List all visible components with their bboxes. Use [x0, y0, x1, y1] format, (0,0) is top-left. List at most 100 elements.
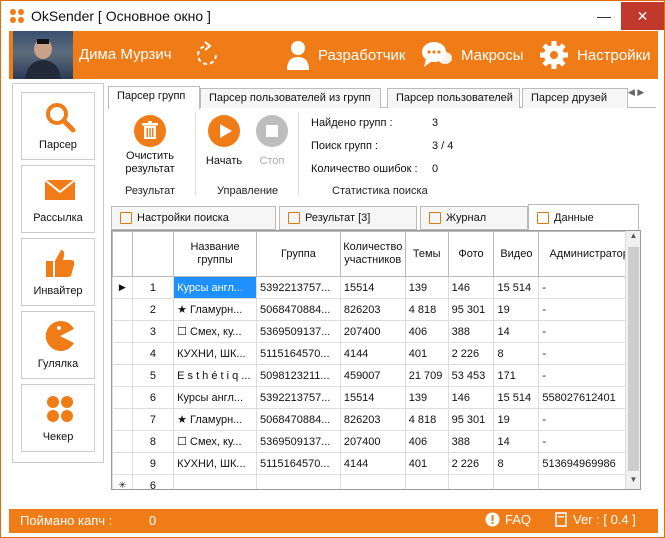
clear-result-button[interactable]: Очистить результат [119, 115, 181, 176]
cell-photo[interactable]: 146 [447, 276, 495, 299]
cell-topics[interactable]: 21 709 [404, 364, 449, 387]
cell-topics[interactable]: 139 [404, 386, 449, 409]
table-row[interactable]: 7 ★ Гламурн... 5068470884... 826203 4 818 95 … [112, 408, 640, 431]
tab-users-from-groups[interactable]: Парсер пользователей из групп [200, 88, 381, 108]
cell-video[interactable]: 171 [493, 364, 540, 387]
cell-members[interactable]: 826203 [339, 298, 406, 321]
column-header-group[interactable]: Группа [256, 231, 341, 277]
data-grid[interactable]: Название группы Группа Количество участник… [111, 230, 641, 490]
cell-video[interactable]: 19 [493, 408, 540, 431]
macros-button[interactable]: Макросы [421, 37, 524, 73]
cell-topics[interactable]: 139 [404, 276, 449, 299]
stop-button[interactable]: Стоп [252, 115, 292, 167]
cell-members[interactable]: 4144 [339, 452, 406, 475]
scroll-down-icon[interactable]: ▼ [626, 475, 641, 489]
empty-cell[interactable] [447, 474, 495, 489]
row-indicator[interactable]: ▶ [112, 276, 133, 299]
table-row[interactable]: 3 ☐ Смех, ку... 5369509137... 207400 406 388 1… [112, 320, 640, 343]
cell-topics[interactable]: 406 [404, 320, 449, 343]
cell-members[interactable]: 826203 [339, 408, 406, 431]
cell-video[interactable]: 19 [493, 298, 540, 321]
empty-cell[interactable] [256, 474, 341, 489]
row-indicator[interactable] [112, 430, 133, 453]
row-indicator[interactable] [112, 298, 133, 321]
new-row[interactable]: ✳ 6 [112, 474, 640, 489]
cell-group[interactable]: 5068470884... [256, 408, 341, 431]
tab-search-settings[interactable]: Настройки поиска [111, 206, 276, 230]
empty-cell[interactable] [339, 474, 406, 489]
cell-members[interactable]: 15514 [339, 386, 406, 409]
cell-topics[interactable]: 401 [404, 342, 449, 365]
cell-topics[interactable]: 401 [404, 452, 449, 475]
row-indicator[interactable] [112, 342, 133, 365]
cell-group[interactable]: 5068470884... [256, 298, 341, 321]
avatar[interactable] [13, 31, 73, 79]
cell-video[interactable]: 14 [493, 430, 540, 453]
cell-group[interactable]: 5115164570... [256, 452, 341, 475]
cell-video[interactable]: 15 514 [493, 276, 540, 299]
scroll-up-icon[interactable]: ▲ [626, 231, 641, 245]
vertical-scrollbar[interactable]: ▲ ▼ [625, 231, 640, 489]
cell-name[interactable]: Курсы англ... [173, 386, 258, 409]
row-indicator[interactable] [112, 320, 133, 343]
tab-user-parser[interactable]: Парсер пользователей [387, 88, 520, 108]
cell-members[interactable]: 207400 [339, 430, 406, 453]
column-header-photo[interactable]: Фото [447, 231, 495, 277]
developer-button[interactable]: Разработчик [286, 37, 405, 73]
cell-group[interactable]: 5369509137... [256, 430, 341, 453]
cell-name[interactable]: E s t h é t i q ... [173, 364, 258, 387]
sidebar-item-checker[interactable]: Чекер [21, 384, 95, 452]
empty-cell[interactable] [493, 474, 540, 489]
sidebar-item-mailing[interactable]: Рассылка [21, 165, 95, 233]
cell-video[interactable]: 8 [493, 452, 540, 475]
tab-scroll-arrows[interactable]: ◀ ▶ [628, 87, 644, 98]
refresh-icon[interactable] [192, 40, 222, 70]
cell-topics[interactable]: 4 818 [404, 408, 449, 431]
tab-log[interactable]: Журнал [420, 206, 528, 230]
row-indicator[interactable] [112, 408, 133, 431]
cell-photo[interactable]: 388 [447, 430, 495, 453]
cell-name[interactable]: ☐ Смех, ку... [173, 320, 258, 343]
cell-members[interactable]: 15514 [339, 276, 406, 299]
cell-photo[interactable]: 2 226 [447, 342, 495, 365]
settings-button[interactable]: Настройки [539, 37, 651, 73]
row-indicator[interactable] [112, 452, 133, 475]
cell-photo[interactable]: 95 301 [447, 408, 495, 431]
cell-topics[interactable]: 406 [404, 430, 449, 453]
cell-video[interactable]: 15 514 [493, 386, 540, 409]
table-row[interactable]: 4 КУХНИ, ШК... 5115164570... 4144 401 2 226 8- [112, 342, 640, 365]
cell-video[interactable]: 8 [493, 342, 540, 365]
row-indicator[interactable] [112, 364, 133, 387]
cell-members[interactable]: 459007 [339, 364, 406, 387]
cell-name[interactable]: ★ Гламурн... [173, 408, 258, 431]
tab-result[interactable]: Результат [3] [279, 206, 417, 230]
table-row[interactable]: 9 КУХНИ, ШК... 5115164570... 4144 401 2 226 8 5… [112, 452, 640, 475]
sidebar-item-inviter[interactable]: Инвайтер [21, 238, 95, 306]
cell-photo[interactable]: 2 226 [447, 452, 495, 475]
sidebar-item-parser[interactable]: Парсер [21, 92, 95, 160]
minimize-button[interactable]: — [593, 1, 615, 31]
faq-link[interactable]: FAQ [485, 512, 531, 527]
row-indicator[interactable] [112, 386, 133, 409]
cell-group[interactable]: 5098123211... [256, 364, 341, 387]
cell-name[interactable]: КУХНИ, ШК... [173, 452, 258, 475]
cell-photo[interactable]: 53 453 [447, 364, 495, 387]
cell-photo[interactable]: 388 [447, 320, 495, 343]
cell-group[interactable]: 5115164570... [256, 342, 341, 365]
cell-name[interactable]: ☐ Смех, ку... [173, 430, 258, 453]
cell-members[interactable]: 207400 [339, 320, 406, 343]
cell-photo[interactable]: 95 301 [447, 298, 495, 321]
column-header-video[interactable]: Видео [493, 231, 540, 277]
tab-data[interactable]: Данные [528, 204, 639, 231]
empty-cell[interactable] [404, 474, 449, 489]
table-row[interactable]: 2 ★ Гламурн... 5068470884... 826203 4 818 95 … [112, 298, 640, 321]
cell-name[interactable]: Курсы англ... [173, 276, 258, 299]
cell-name[interactable]: КУХНИ, ШК... [173, 342, 258, 365]
scrollbar-thumb[interactable] [628, 247, 639, 471]
cell-video[interactable]: 14 [493, 320, 540, 343]
tab-group-parser[interactable]: Парсер групп [108, 86, 200, 109]
cell-topics[interactable]: 4 818 [404, 298, 449, 321]
cell-group[interactable]: 5392213757... [256, 386, 341, 409]
cell-group[interactable]: 5392213757... [256, 276, 341, 299]
cell-name[interactable]: ★ Гламурн... [173, 298, 258, 321]
